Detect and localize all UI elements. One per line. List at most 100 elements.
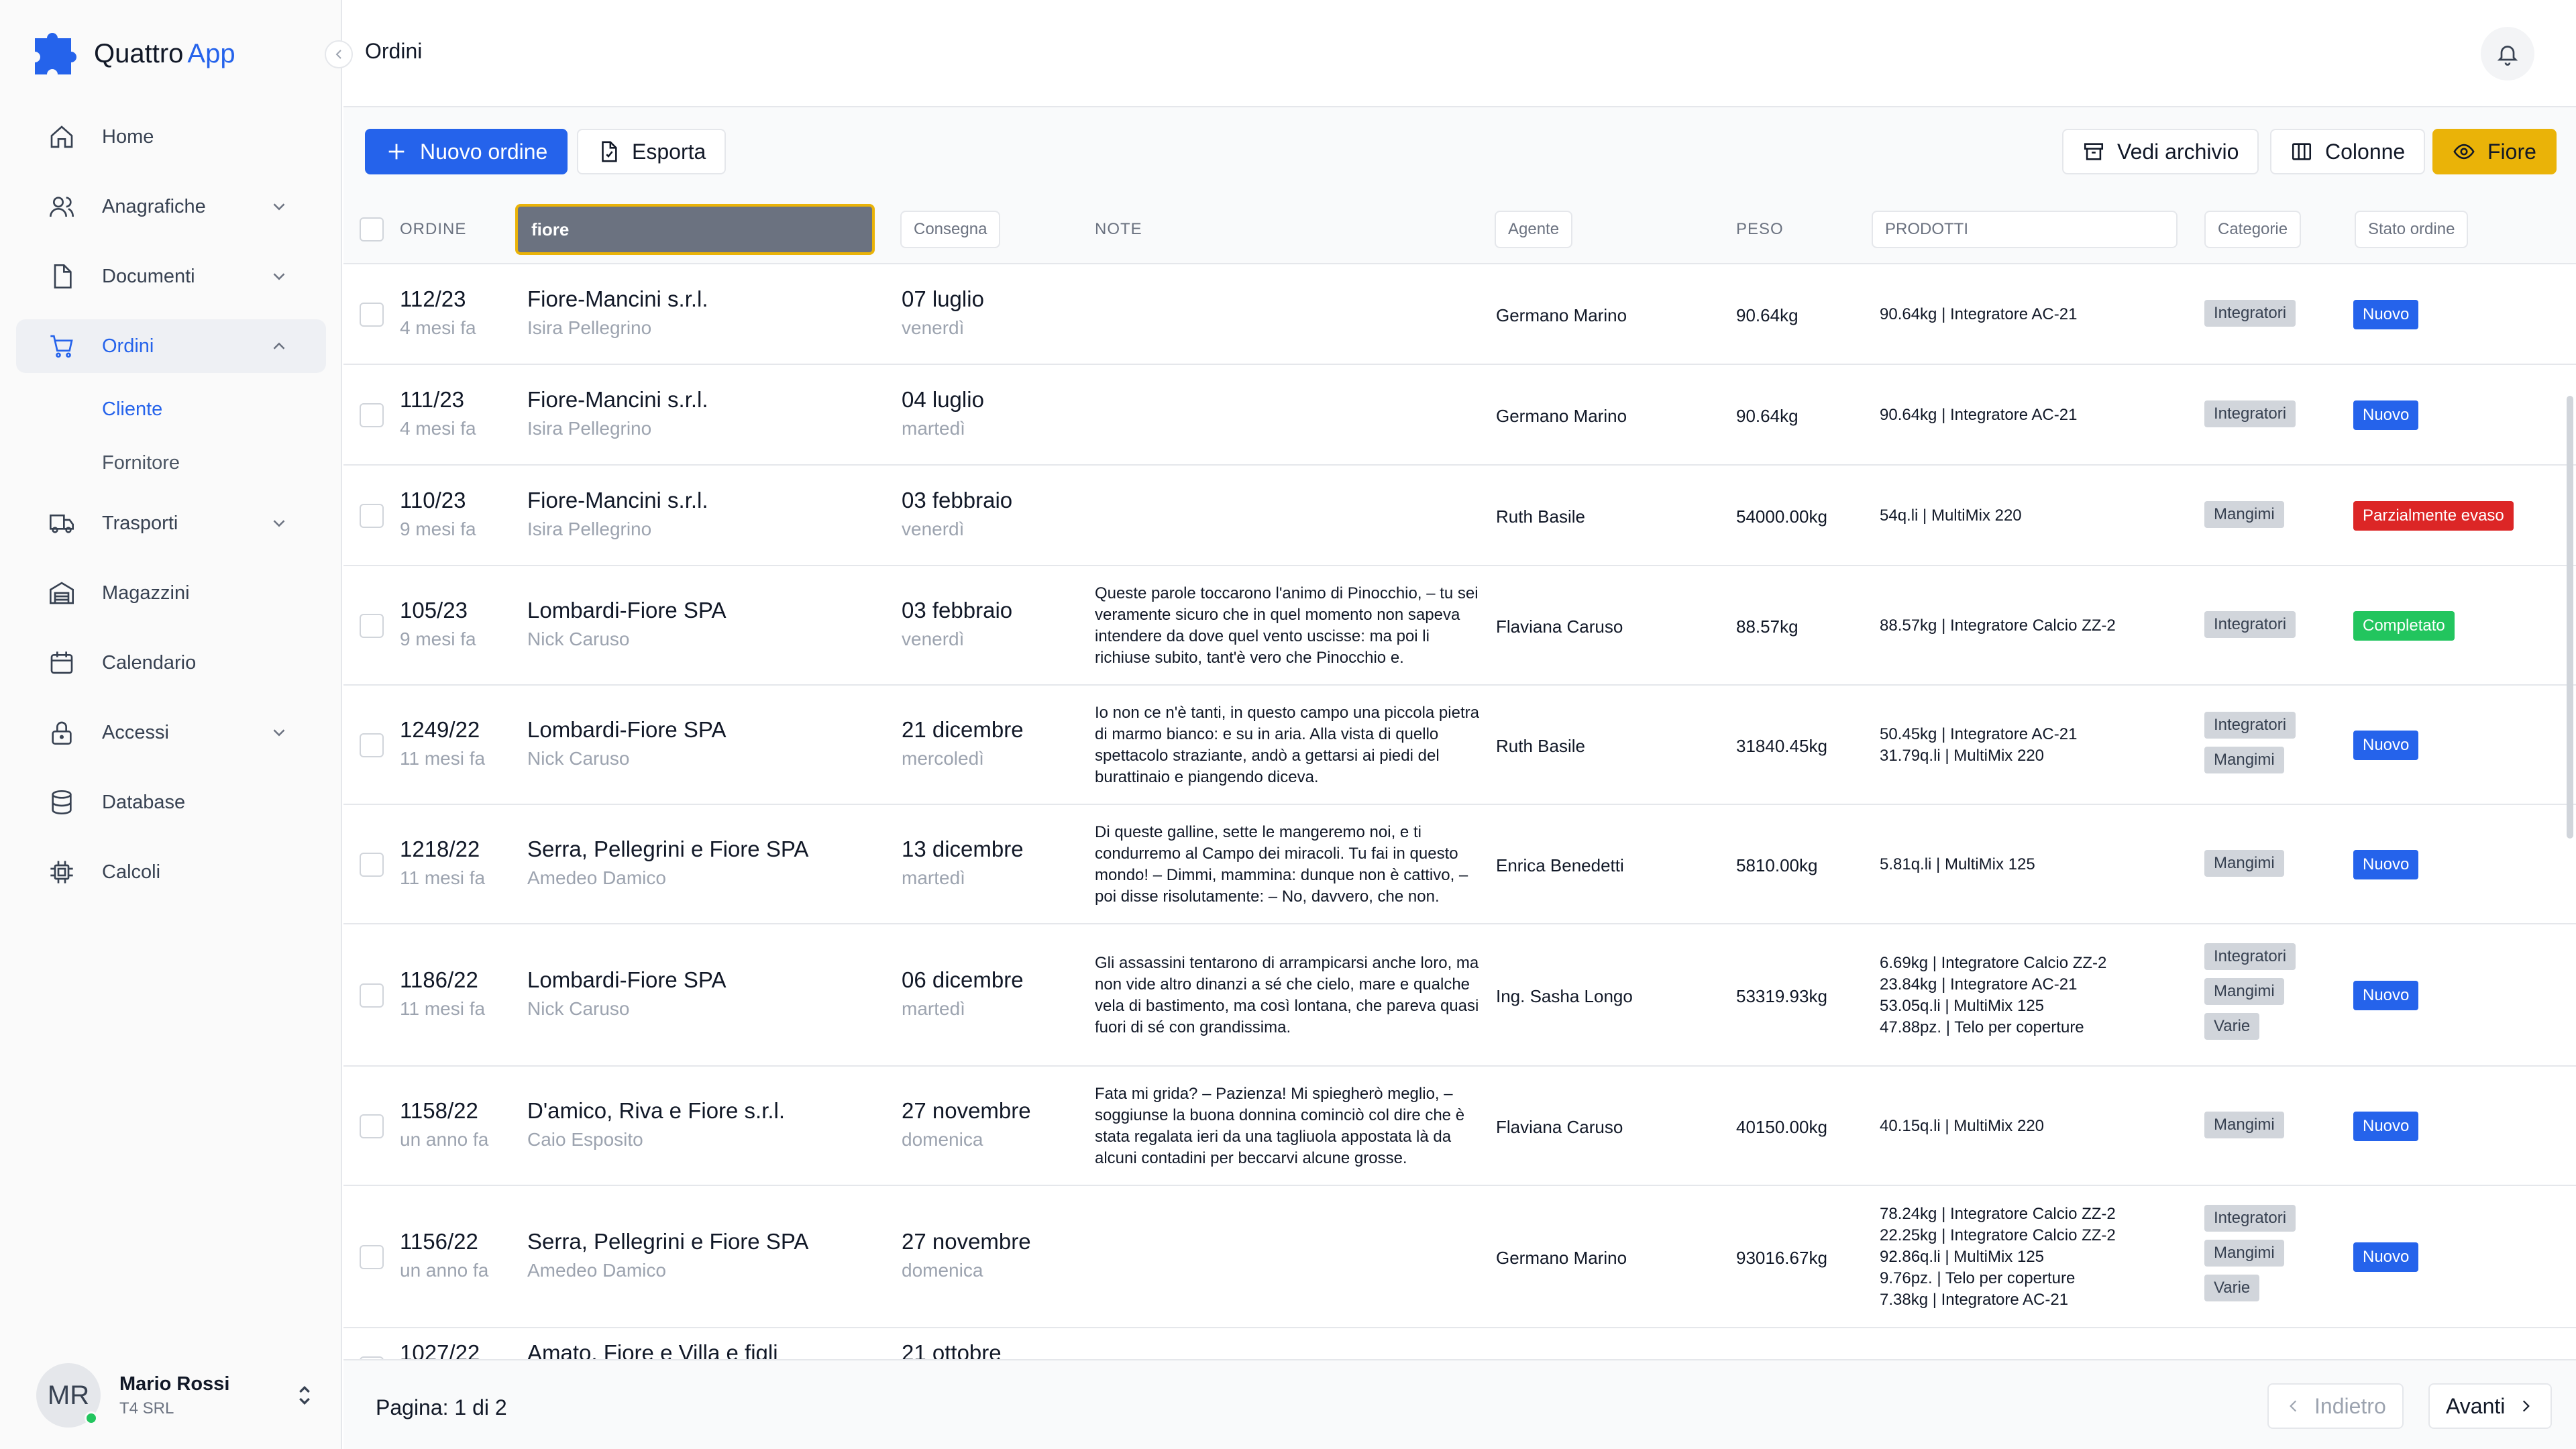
order-number[interactable]: 1186/22 <box>400 967 485 993</box>
sidebar-item-home[interactable]: Home <box>16 110 326 164</box>
column-consegna[interactable]: Consegna <box>900 211 1001 248</box>
row-checkbox[interactable] <box>360 303 384 327</box>
categories-list: Mangimi <box>2204 850 2339 885</box>
row-checkbox[interactable] <box>360 733 384 757</box>
table-row[interactable]: 1218/22 11 mesi fa Serra, Pellegrini e F… <box>343 805 2576 924</box>
notifications-button[interactable] <box>2481 27 2534 80</box>
column-agente[interactable]: Agente <box>1495 211 1573 248</box>
order-number[interactable]: 111/23 <box>400 387 476 413</box>
category-badge: Varie <box>2204 1275 2260 1301</box>
category-badge: Mangimi <box>2204 1112 2284 1138</box>
next-page-button[interactable]: Avanti <box>2428 1383 2553 1429</box>
column-peso[interactable]: PESO <box>1736 195 1784 264</box>
order-number[interactable]: 112/23 <box>400 286 476 312</box>
view-archive-button[interactable]: Vedi archivio <box>2062 129 2259 174</box>
customer-name[interactable]: Serra, Pellegrini e Fiore SPA <box>527 1229 808 1254</box>
row-checkbox[interactable] <box>360 614 384 638</box>
customer-name[interactable]: Serra, Pellegrini e Fiore SPA <box>527 837 808 862</box>
order-age: 11 mesi fa <box>400 998 486 1019</box>
product-line: 7.38kg | Integratore AC-21 <box>1880 1291 2069 1309</box>
categories-list: Mangimi <box>2204 1112 2339 1146</box>
order-number[interactable]: 110/23 <box>400 488 476 513</box>
sidebar-item-ordini[interactable]: Ordini <box>16 319 326 373</box>
row-checkbox[interactable] <box>360 1245 384 1269</box>
product-line: 47.88pz. | Telo per coperture <box>1880 1018 2084 1036</box>
sidebar-subitem-fornitore[interactable]: Fornitore <box>16 443 326 483</box>
search-input[interactable]: fiore <box>515 204 875 255</box>
column-note[interactable]: NOTE <box>1095 195 1142 264</box>
customer-name[interactable]: Lombardi-Fiore SPA <box>527 598 727 623</box>
chevron-down-icon[interactable] <box>267 195 291 219</box>
customer-name[interactable]: Fiore-Mancini s.r.l. <box>527 488 708 513</box>
prev-page-button[interactable]: Indietro <box>2267 1383 2404 1429</box>
row-checkbox[interactable] <box>360 504 384 528</box>
export-file-icon <box>597 140 620 163</box>
brand-name: Quattro App <box>94 38 235 68</box>
table-row[interactable]: 112/23 4 mesi fa Fiore-Mancini s.r.l. Is… <box>343 264 2576 365</box>
table-row[interactable]: 105/23 9 mesi fa Lombardi-Fiore SPA Nick… <box>343 566 2576 686</box>
scrollbar[interactable] <box>2567 396 2573 839</box>
status-badge: Nuovo <box>2353 731 2419 760</box>
row-checkbox[interactable] <box>360 403 384 427</box>
table-row[interactable]: 110/23 9 mesi fa Fiore-Mancini s.r.l. Is… <box>343 466 2576 566</box>
product-line: 53.05q.li | MultiMix 125 <box>1880 997 2045 1015</box>
chevron-down-icon[interactable] <box>267 264 291 288</box>
order-number[interactable]: 105/23 <box>400 598 476 623</box>
order-number[interactable]: 1156/22 <box>400 1229 488 1254</box>
delivery-day: venerdì <box>902 629 965 649</box>
chevron-down-icon[interactable] <box>267 511 291 535</box>
customer-name[interactable]: Lombardi-Fiore SPA <box>527 717 727 743</box>
customer-name[interactable]: Lombardi-Fiore SPA <box>527 967 727 993</box>
user-menu[interactable]: MR Mario Rossi T4 SRL <box>36 1362 318 1429</box>
sidebar-item-accessi[interactable]: Accessi <box>16 706 326 759</box>
delivery-date: 04 luglio <box>902 387 984 412</box>
row-checkbox[interactable] <box>360 853 384 877</box>
sidebar: Quattro App Home Anagrafiche Documenti Or… <box>0 0 353 1449</box>
user-company: T4 SRL <box>119 1399 174 1417</box>
column-stato[interactable]: Stato ordine <box>2355 211 2469 248</box>
customer-name[interactable]: Fiore-Mancini s.r.l. <box>527 387 708 413</box>
sidebar-item-calendario[interactable]: Calendario <box>16 636 326 690</box>
table-row[interactable]: 1027/22 Amato, Fiore e Villa e figli 21 … <box>343 1328 2576 1359</box>
new-order-button[interactable]: Nuovo ordine <box>365 129 568 174</box>
table-row[interactable]: 111/23 4 mesi fa Fiore-Mancini s.r.l. Is… <box>343 365 2576 466</box>
chevron-up-down-icon[interactable] <box>291 1382 318 1409</box>
row-checkbox[interactable] <box>360 983 384 1008</box>
column-prodotti[interactable]: PRODOTTI <box>1872 211 2178 248</box>
column-categorie[interactable]: Categorie <box>2204 211 2302 248</box>
customer-name[interactable]: Amato, Fiore e Villa e figli <box>527 1340 778 1359</box>
sidebar-item-magazzini[interactable]: Magazzini <box>16 566 326 620</box>
collapse-sidebar-button[interactable] <box>325 40 353 68</box>
brand[interactable]: Quattro App <box>31 27 235 80</box>
order-number[interactable]: 1218/22 <box>400 837 485 862</box>
filter-fiore-button[interactable]: Fiore <box>2432 129 2557 174</box>
column-ordine[interactable]: ORDINE <box>400 195 466 264</box>
customer-name[interactable]: D'amico, Riva e Fiore s.r.l. <box>527 1098 785 1124</box>
table-row[interactable]: 1249/22 11 mesi fa Lombardi-Fiore SPA Ni… <box>343 686 2576 805</box>
delivery-date: 07 luglio <box>902 286 984 311</box>
chevron-up-icon[interactable] <box>267 334 291 358</box>
order-number[interactable]: 1158/22 <box>400 1098 488 1124</box>
sidebar-subitem-cliente[interactable]: Cliente <box>16 389 326 429</box>
sidebar-item-documenti[interactable]: Documenti <box>16 250 326 303</box>
sidebar-item-calcoli[interactable]: Calcoli <box>16 845 326 899</box>
table-row[interactable]: 1156/22 un anno fa Serra, Pellegrini e F… <box>343 1186 2576 1328</box>
database-icon <box>47 788 76 817</box>
chevron-down-icon[interactable] <box>267 720 291 745</box>
select-all-checkbox[interactable] <box>360 217 384 241</box>
customer-contact: Isira Pellegrino <box>527 317 652 338</box>
sidebar-item-database[interactable]: Database <box>16 775 326 829</box>
order-number[interactable]: 1027/22 <box>400 1340 480 1359</box>
product-line: 88.57kg | Integratore Calcio ZZ-2 <box>1880 616 2116 635</box>
customer-name[interactable]: Fiore-Mancini s.r.l. <box>527 286 708 312</box>
export-button[interactable]: Esporta <box>577 129 727 174</box>
product-line: 90.64kg | Integratore AC-21 <box>1880 305 2078 323</box>
order-number[interactable]: 1249/22 <box>400 717 485 743</box>
table-row[interactable]: 1186/22 11 mesi fa Lombardi-Fiore SPA Ni… <box>343 924 2576 1067</box>
table-row[interactable]: 1158/22 un anno fa D'amico, Riva e Fiore… <box>343 1067 2576 1186</box>
row-checkbox[interactable] <box>360 1114 384 1138</box>
sidebar-item-trasporti[interactable]: Trasporti <box>16 496 326 550</box>
sidebar-item-anagrafiche[interactable]: Anagrafiche <box>16 180 326 233</box>
category-badge: Varie <box>2204 1013 2260 1040</box>
columns-button[interactable]: Colonne <box>2270 129 2426 174</box>
